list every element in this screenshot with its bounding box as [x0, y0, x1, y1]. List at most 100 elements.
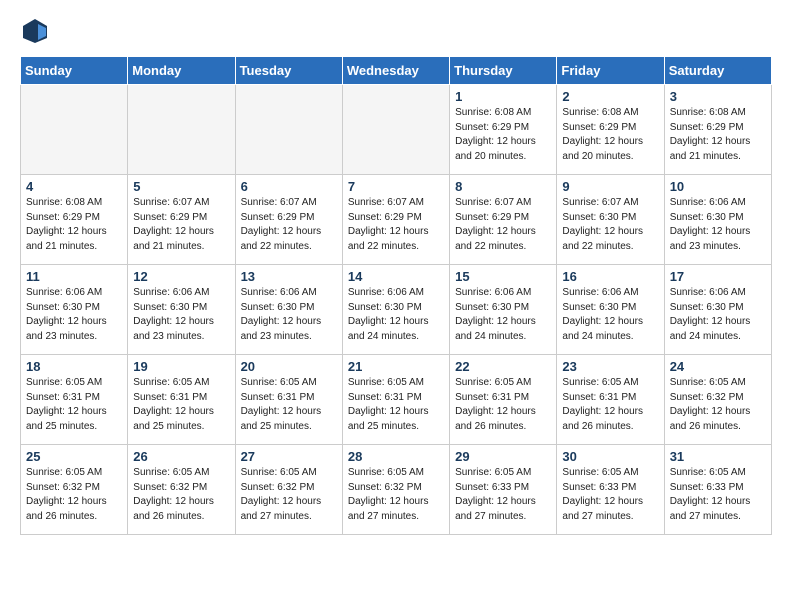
calendar-cell [128, 85, 235, 175]
calendar-cell: 7 Sunrise: 6:07 AM Sunset: 6:29 PM Daylig… [342, 175, 449, 265]
day-number: 28 [348, 449, 444, 464]
calendar-cell: 6Sunrise: 6:07 AM Sunset: 6:29 PM Daylig… [235, 175, 342, 265]
day-info: Sunrise: 6:05 AM Sunset: 6:31 PM Dayligh… [241, 376, 337, 434]
day-number: 30 [562, 449, 658, 464]
day-number: 4 [26, 179, 122, 194]
day-number: 11 [26, 269, 122, 284]
day-info: Sunrise: 6:06 AM Sunset: 6:30 PM Dayligh… [670, 286, 766, 344]
calendar-week-row: 25 Sunrise: 6:05 AM Sunset: 6:32 PM Dayli… [21, 445, 772, 535]
day-info: Sunrise: 6:06 AM Sunset: 6:30 PM Dayligh… [133, 286, 229, 344]
logo-icon [20, 16, 50, 46]
day-number: 1 [455, 89, 551, 104]
day-header: Tuesday [235, 57, 342, 85]
day-number: 14 [348, 269, 444, 284]
day-number: 9 [562, 179, 658, 194]
calendar-cell [21, 85, 128, 175]
day-number: 23 [562, 359, 658, 374]
day-header: Saturday [664, 57, 771, 85]
calendar-week-row: 1 Sunrise: 6:08 AM Sunset: 6:29 PM Daylig… [21, 85, 772, 175]
calendar-cell: 2 Sunrise: 6:08 AM Sunset: 6:29 PM Daylig… [557, 85, 664, 175]
day-info: Sunrise: 6:06 AM Sunset: 6:30 PM Dayligh… [455, 286, 551, 344]
calendar-cell: 24 Sunrise: 6:05 AM Sunset: 6:32 PM Dayli… [664, 355, 771, 445]
day-info: Sunrise: 6:05 AM Sunset: 6:31 PM Dayligh… [133, 376, 229, 434]
day-info: Sunrise: 6:07 AM Sunset: 6:29 PM Dayligh… [133, 196, 229, 254]
day-info: Sunrise: 6:07 AM Sunset: 6:30 PM Dayligh… [562, 196, 658, 254]
calendar-cell: 27Sunrise: 6:05 AM Sunset: 6:32 PM Dayli… [235, 445, 342, 535]
calendar: SundayMondayTuesdayWednesdayThursdayFrid… [20, 56, 772, 535]
calendar-cell: 28 Sunrise: 6:05 AM Sunset: 6:32 PM Dayli… [342, 445, 449, 535]
day-info: Sunrise: 6:05 AM Sunset: 6:33 PM Dayligh… [562, 466, 658, 524]
day-info: Sunrise: 6:08 AM Sunset: 6:29 PM Dayligh… [455, 106, 551, 164]
day-number: 25 [26, 449, 122, 464]
calendar-cell [235, 85, 342, 175]
day-info: Sunrise: 6:06 AM Sunset: 6:30 PM Dayligh… [562, 286, 658, 344]
calendar-cell: 16 Sunrise: 6:06 AM Sunset: 6:30 PM Dayli… [557, 265, 664, 355]
day-number: 18 [26, 359, 122, 374]
calendar-cell: 10 Sunrise: 6:06 AM Sunset: 6:30 PM Dayli… [664, 175, 771, 265]
calendar-week-row: 4 Sunrise: 6:08 AM Sunset: 6:29 PM Daylig… [21, 175, 772, 265]
day-header: Wednesday [342, 57, 449, 85]
day-info: Sunrise: 6:05 AM Sunset: 6:31 PM Dayligh… [562, 376, 658, 434]
day-number: 15 [455, 269, 551, 284]
day-info: Sunrise: 6:05 AM Sunset: 6:32 PM Dayligh… [348, 466, 444, 524]
day-info: Sunrise: 6:05 AM Sunset: 6:31 PM Dayligh… [455, 376, 551, 434]
day-info: Sunrise: 6:07 AM Sunset: 6:29 PM Dayligh… [348, 196, 444, 254]
calendar-week-row: 18 Sunrise: 6:05 AM Sunset: 6:31 PM Dayli… [21, 355, 772, 445]
day-number: 17 [670, 269, 766, 284]
header [20, 16, 772, 46]
day-info: Sunrise: 6:05 AM Sunset: 6:31 PM Dayligh… [348, 376, 444, 434]
calendar-cell: 25 Sunrise: 6:05 AM Sunset: 6:32 PM Dayli… [21, 445, 128, 535]
day-number: 3 [670, 89, 766, 104]
calendar-cell: 1 Sunrise: 6:08 AM Sunset: 6:29 PM Daylig… [450, 85, 557, 175]
day-info: Sunrise: 6:07 AM Sunset: 6:29 PM Dayligh… [455, 196, 551, 254]
calendar-cell: 11 Sunrise: 6:06 AM Sunset: 6:30 PM Dayli… [21, 265, 128, 355]
calendar-cell: 13 Sunrise: 6:06 AM Sunset: 6:30 PM Dayli… [235, 265, 342, 355]
calendar-cell: 17 Sunrise: 6:06 AM Sunset: 6:30 PM Dayli… [664, 265, 771, 355]
day-number: 6 [241, 179, 337, 194]
day-number: 2 [562, 89, 658, 104]
calendar-cell: 26 Sunrise: 6:05 AM Sunset: 6:32 PM Dayli… [128, 445, 235, 535]
calendar-cell: 9 Sunrise: 6:07 AM Sunset: 6:30 PM Daylig… [557, 175, 664, 265]
day-number: 19 [133, 359, 229, 374]
day-info: Sunrise: 6:06 AM Sunset: 6:30 PM Dayligh… [26, 286, 122, 344]
day-number: 31 [670, 449, 766, 464]
page: SundayMondayTuesdayWednesdayThursdayFrid… [0, 0, 792, 551]
calendar-cell: 23 Sunrise: 6:05 AM Sunset: 6:31 PM Dayli… [557, 355, 664, 445]
day-number: 5 [133, 179, 229, 194]
day-info: Sunrise: 6:05 AM Sunset: 6:32 PM Dayligh… [26, 466, 122, 524]
day-info: Sunrise: 6:05 AM Sunset: 6:33 PM Dayligh… [455, 466, 551, 524]
day-number: 8 [455, 179, 551, 194]
calendar-cell: 12 Sunrise: 6:06 AM Sunset: 6:30 PM Dayli… [128, 265, 235, 355]
day-number: 24 [670, 359, 766, 374]
day-number: 22 [455, 359, 551, 374]
day-header: Thursday [450, 57, 557, 85]
logo [20, 16, 54, 46]
day-info: Sunrise: 6:08 AM Sunset: 6:29 PM Dayligh… [670, 106, 766, 164]
day-header: Monday [128, 57, 235, 85]
calendar-cell: 5 Sunrise: 6:07 AM Sunset: 6:29 PM Daylig… [128, 175, 235, 265]
calendar-cell: 3 Sunrise: 6:08 AM Sunset: 6:29 PM Daylig… [664, 85, 771, 175]
day-header: Sunday [21, 57, 128, 85]
day-number: 10 [670, 179, 766, 194]
calendar-header-row: SundayMondayTuesdayWednesdayThursdayFrid… [21, 57, 772, 85]
day-number: 16 [562, 269, 658, 284]
calendar-cell: 21 Sunrise: 6:05 AM Sunset: 6:31 PM Dayli… [342, 355, 449, 445]
calendar-cell: 18Sunrise: 6:05 AM Sunset: 6:31 PM Dayli… [21, 355, 128, 445]
day-number: 26 [133, 449, 229, 464]
day-info: Sunrise: 6:05 AM Sunset: 6:32 PM Dayligh… [133, 466, 229, 524]
calendar-cell: 19 Sunrise: 6:05 AM Sunset: 6:31 PM Dayli… [128, 355, 235, 445]
day-number: 27 [241, 449, 337, 464]
day-info: Sunrise: 6:06 AM Sunset: 6:30 PM Dayligh… [241, 286, 337, 344]
calendar-cell [342, 85, 449, 175]
day-number: 21 [348, 359, 444, 374]
day-info: Sunrise: 6:06 AM Sunset: 6:30 PM Dayligh… [670, 196, 766, 254]
day-number: 29 [455, 449, 551, 464]
calendar-cell: 30 Sunrise: 6:05 AM Sunset: 6:33 PM Dayli… [557, 445, 664, 535]
day-number: 12 [133, 269, 229, 284]
day-number: 13 [241, 269, 337, 284]
day-info: Sunrise: 6:08 AM Sunset: 6:29 PM Dayligh… [562, 106, 658, 164]
day-header: Friday [557, 57, 664, 85]
day-info: Sunrise: 6:08 AM Sunset: 6:29 PM Dayligh… [26, 196, 122, 254]
day-info: Sunrise: 6:05 AM Sunset: 6:32 PM Dayligh… [670, 376, 766, 434]
day-number: 7 [348, 179, 444, 194]
